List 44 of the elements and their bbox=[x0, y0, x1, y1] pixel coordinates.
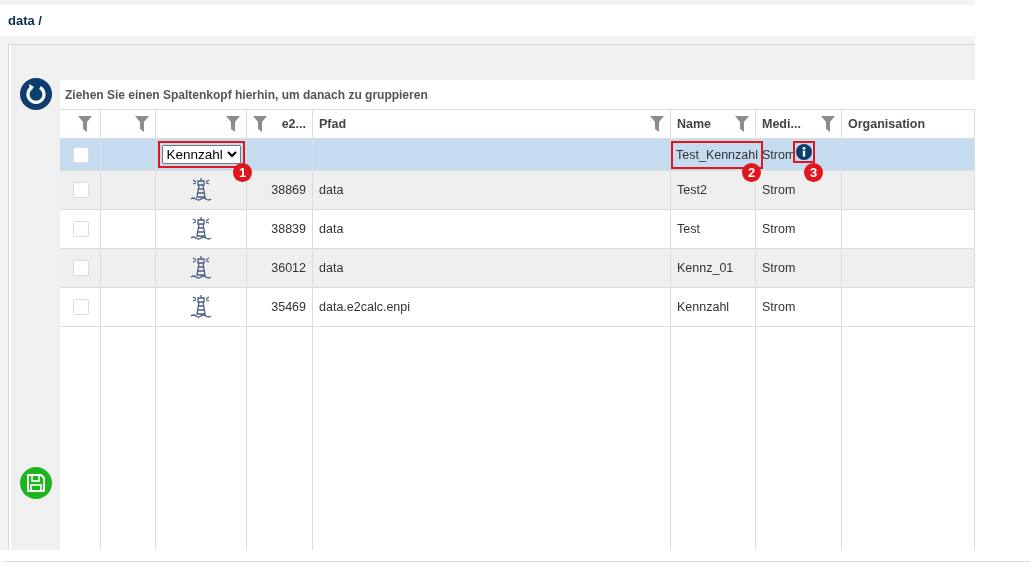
path-cell: data bbox=[319, 222, 344, 236]
info-icon[interactable] bbox=[796, 143, 813, 160]
id-cell: 38839 bbox=[271, 222, 306, 236]
name-cell: Kennzahl bbox=[677, 300, 730, 314]
refresh-icon[interactable] bbox=[19, 78, 52, 110]
row-checkbox[interactable] bbox=[73, 260, 89, 276]
column-header[interactable]: Organisation bbox=[848, 117, 926, 131]
row-checkbox[interactable] bbox=[73, 299, 89, 315]
filter-icon[interactable] bbox=[650, 116, 664, 132]
name-cell: Kennz_01 bbox=[677, 261, 734, 275]
filter-icon[interactable] bbox=[78, 116, 92, 132]
group-panel-hint: Ziehen Sie einen Spaltenkopf hierhin, um danach zu gruppieren bbox=[65, 87, 428, 102]
column-header[interactable]: Medi... bbox=[762, 117, 801, 131]
lighthouse-icon bbox=[189, 216, 213, 242]
path-cell: data.e2calc.enpi bbox=[319, 300, 411, 314]
breadcrumb[interactable]: data / bbox=[0, 13, 42, 28]
name-cell: Test2 bbox=[677, 183, 707, 197]
medium-cell: Strom bbox=[762, 261, 796, 275]
id-cell: 35469 bbox=[271, 300, 306, 314]
filter-icon[interactable] bbox=[226, 116, 240, 132]
id-cell: 36012 bbox=[271, 261, 306, 275]
name-cell: Test bbox=[677, 222, 700, 236]
path-cell: data bbox=[319, 183, 344, 197]
id-cell: 38869 bbox=[271, 183, 306, 197]
medium-cell: Strom bbox=[762, 222, 796, 236]
lighthouse-icon bbox=[189, 294, 213, 320]
row-checkbox[interactable] bbox=[73, 182, 89, 198]
type-select[interactable]: Kennzahl bbox=[161, 145, 241, 164]
filter-icon[interactable] bbox=[821, 116, 835, 132]
lighthouse-icon bbox=[189, 177, 213, 203]
row-checkbox[interactable] bbox=[73, 146, 89, 163]
filter-icon[interactable] bbox=[735, 116, 749, 132]
row-checkbox[interactable] bbox=[73, 221, 89, 237]
medium-cell: Strom bbox=[762, 183, 796, 197]
medium-cell: Strom bbox=[762, 300, 796, 314]
path-cell: data bbox=[319, 261, 344, 275]
lighthouse-icon bbox=[189, 255, 213, 281]
column-header[interactable]: e2... bbox=[281, 117, 306, 131]
column-header[interactable]: Pfad bbox=[319, 117, 347, 131]
name-cell: Test_Kennzahl bbox=[673, 142, 761, 167]
filter-icon[interactable] bbox=[135, 116, 149, 132]
filter-icon[interactable] bbox=[253, 116, 267, 132]
save-icon[interactable] bbox=[19, 467, 52, 499]
column-header[interactable]: Name bbox=[677, 117, 712, 131]
